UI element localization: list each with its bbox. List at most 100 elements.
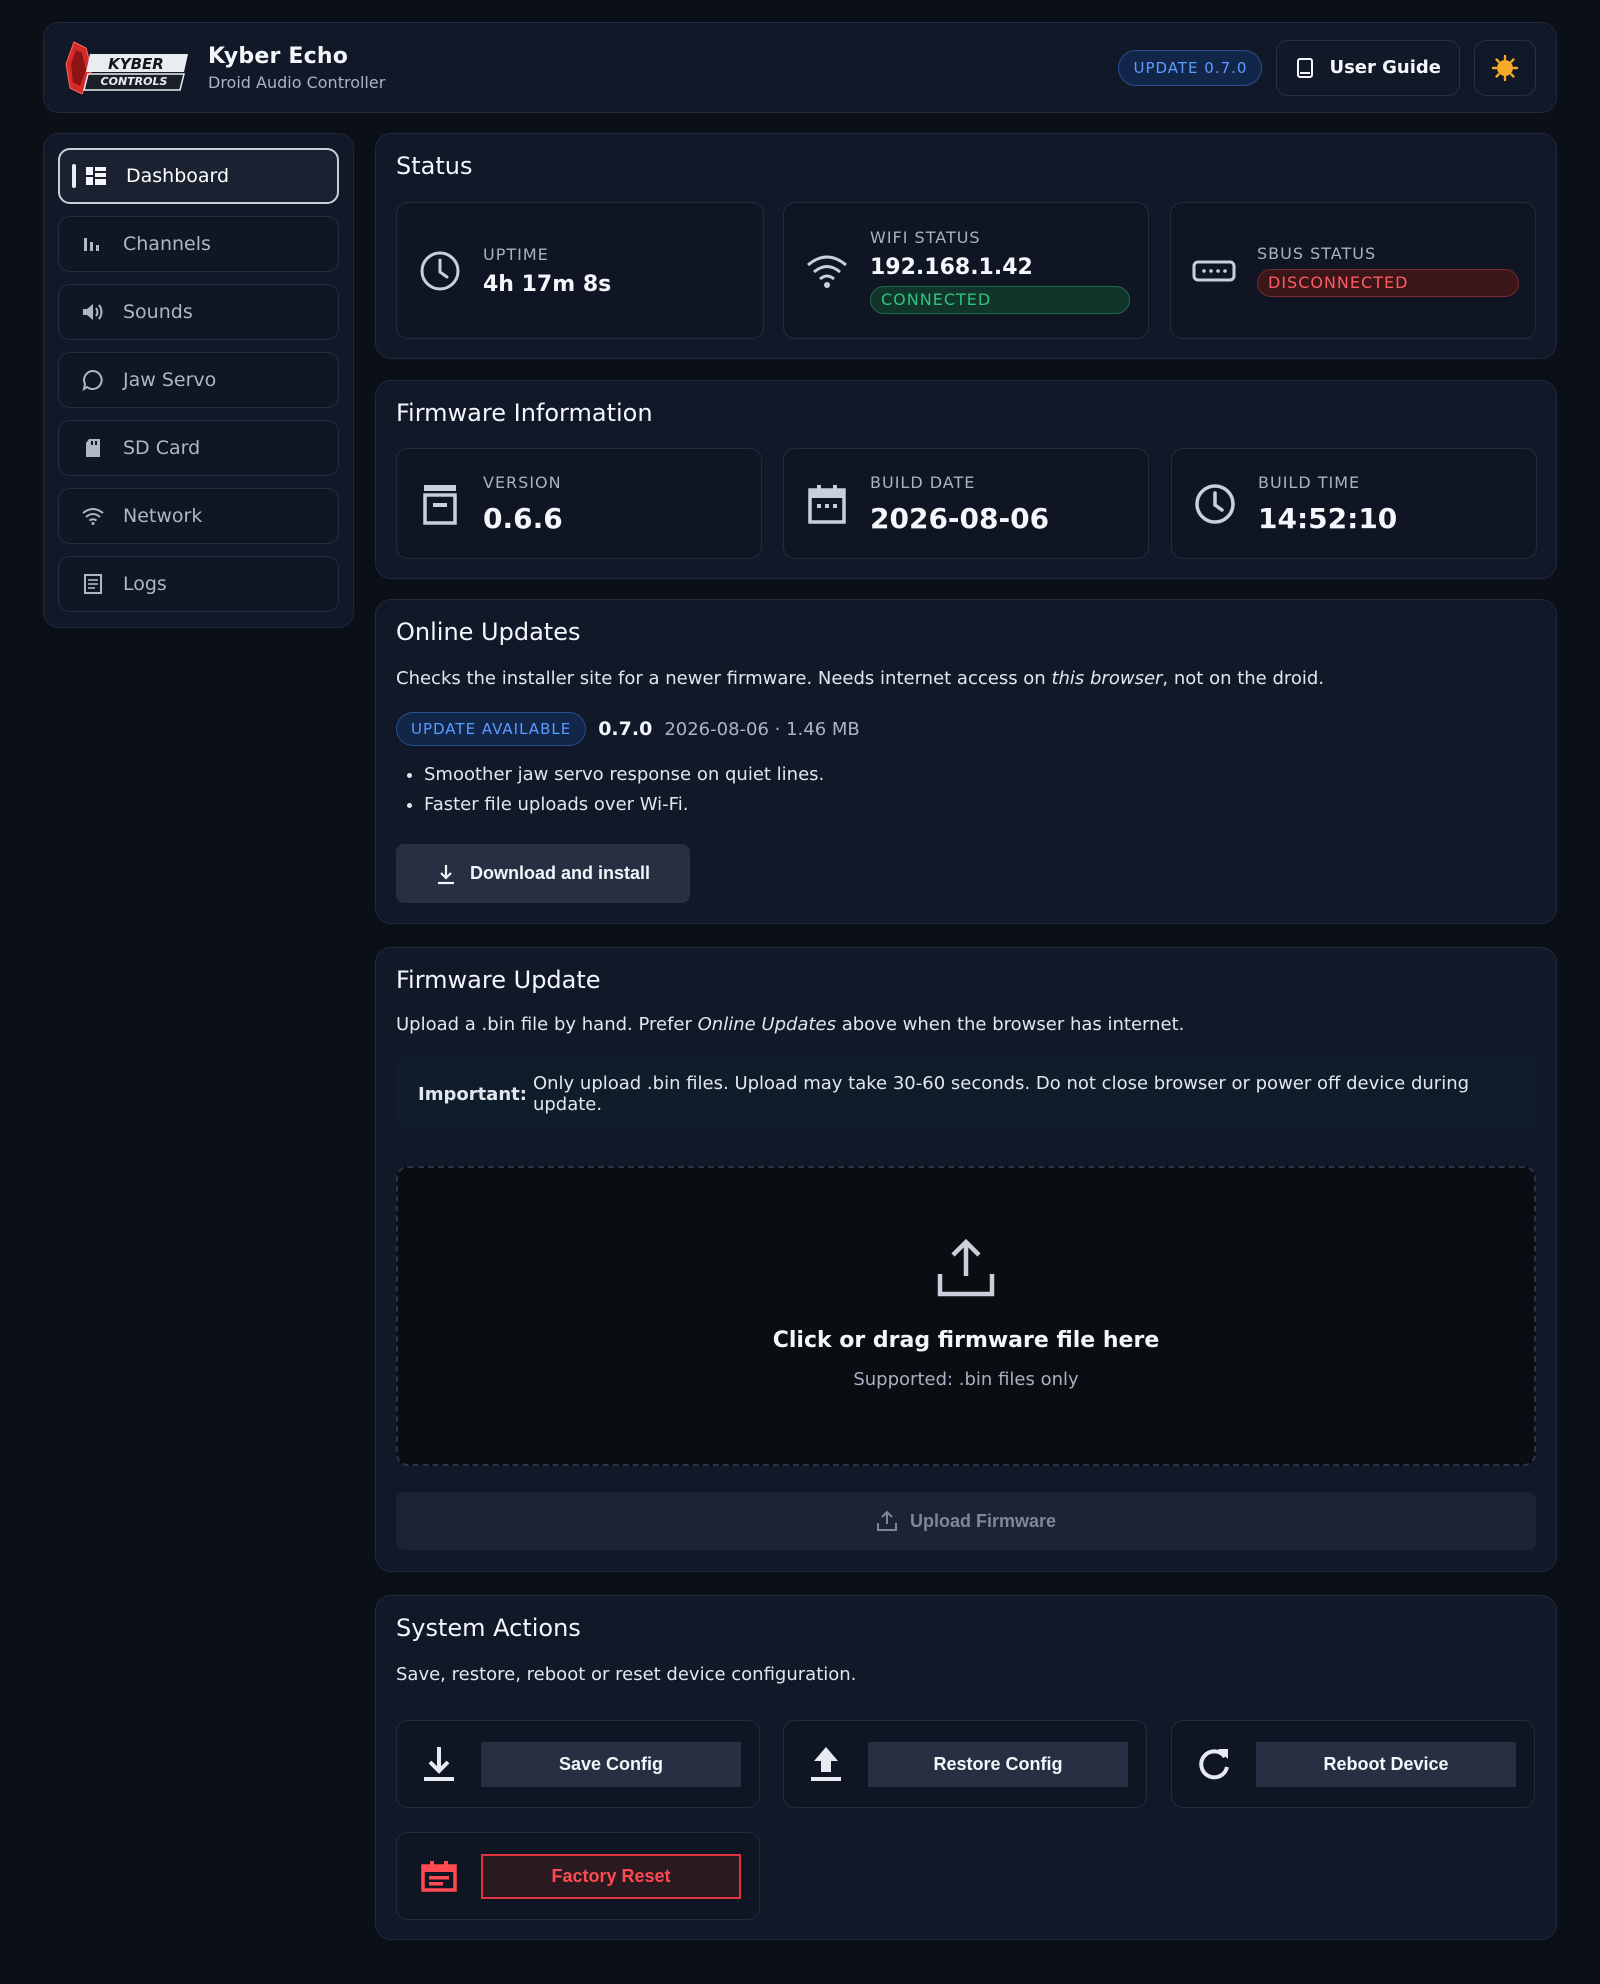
version-label: VERSION <box>483 472 562 492</box>
sidebar-item-label: Dashboard <box>126 165 230 187</box>
sidebar-item-label: SD Card <box>123 437 201 459</box>
status-card: Status UPTIME 4h 17m 8s WIFI STATUS 192.… <box>375 133 1557 359</box>
app-title: Kyber Echo <box>208 43 349 69</box>
upload-icon <box>936 1238 996 1298</box>
reset-box-icon <box>419 1856 459 1896</box>
release-note-item: Smoother jaw servo response on quiet lin… <box>424 764 824 785</box>
upload-icon <box>876 1510 910 1532</box>
important-notice: Important: Only upload .bin files. Uploa… <box>396 1058 1536 1130</box>
update-available-badge[interactable]: UPDATE 0.7.0 <box>1118 49 1263 86</box>
uptime-value: 4h 17m 8s <box>483 271 612 297</box>
firmware-update-card: Firmware Update Upload a .bin file by ha… <box>375 947 1557 1572</box>
bars-icon <box>81 232 105 256</box>
clock-icon <box>1192 481 1238 527</box>
wifi-ip-value: 192.168.1.42 <box>870 254 1033 280</box>
online-updates-title: Online Updates <box>396 618 581 646</box>
chat-bubble-icon <box>81 368 105 392</box>
build-time-label: BUILD TIME <box>1258 472 1361 492</box>
download-icon <box>436 863 470 885</box>
refresh-icon <box>1194 1744 1234 1784</box>
important-text: Only upload .bin files. Upload may take … <box>532 1073 1470 1115</box>
build-date-value: 2026-08-06 <box>870 501 1050 535</box>
build-time-tile: BUILD TIME 14:52:10 <box>1171 448 1537 559</box>
reboot-device-button[interactable]: Reboot Device <box>1256 1741 1516 1787</box>
build-date-tile: BUILD DATE 2026-08-06 <box>783 448 1149 559</box>
sidebar-item-network[interactable]: Network <box>58 488 339 544</box>
upload-firmware-button[interactable]: Upload Firmware <box>396 1492 1536 1550</box>
system-actions-description: Save, restore, reboot or reset device co… <box>396 1664 857 1685</box>
sd-card-icon <box>81 436 105 460</box>
reboot-device-tile: Reboot Device <box>1171 1720 1535 1808</box>
speaker-icon <box>81 300 105 324</box>
sidebar-item-jaw-servo[interactable]: Jaw Servo <box>58 352 339 408</box>
kyber-controls-logo: KYBER CONTROLS <box>64 40 192 96</box>
wifi-icon <box>81 504 105 528</box>
system-actions-card: System Actions Save, restore, reboot or … <box>375 1595 1557 1940</box>
uptime-label: UPTIME <box>483 244 549 264</box>
sidebar-item-sd-card[interactable]: SD Card <box>58 420 339 476</box>
dropzone-subtitle: Supported: .bin files only <box>853 1369 1079 1390</box>
firmware-info-title: Firmware Information <box>396 399 653 427</box>
download-install-button[interactable]: Download and install <box>396 844 690 903</box>
sidebar-item-label: Logs <box>123 573 167 595</box>
app-header: KYBER CONTROLS Kyber Echo Droid Audio Co… <box>43 22 1557 113</box>
sun-icon <box>1491 54 1519 82</box>
sidebar-item-channels[interactable]: Channels <box>58 216 339 272</box>
wifi-icon <box>804 248 850 294</box>
sidebar-item-sounds[interactable]: Sounds <box>58 284 339 340</box>
version-tile: VERSION 0.6.6 <box>396 448 762 559</box>
restore-config-button[interactable]: Restore Config <box>868 1741 1128 1787</box>
firmware-dropzone[interactable]: Click or drag firmware file here Support… <box>396 1166 1536 1466</box>
download-install-label: Download and install <box>469 863 650 883</box>
build-date-label: BUILD DATE <box>870 472 976 492</box>
upload-firmware-label: Upload Firmware <box>909 1510 1057 1531</box>
upload-icon <box>806 1744 846 1784</box>
update-meta: 2026-08-06 · 1.46 MB <box>664 718 860 740</box>
archive-icon <box>417 481 463 527</box>
update-available-badge: UPDATE AVAILABLE <box>396 712 587 746</box>
dropzone-title: Click or drag firmware file here <box>772 1328 1160 1353</box>
dashboard-icon <box>84 164 108 188</box>
sbus-disconnected-badge: DISCONNECTED <box>1257 269 1519 297</box>
release-notes-list: Smoother jaw servo response on quiet lin… <box>424 764 824 824</box>
factory-reset-tile: Factory Reset <box>396 1832 760 1920</box>
theme-toggle-button[interactable] <box>1474 39 1536 96</box>
book-icon <box>1295 57 1329 79</box>
sbus-status-tile: SBUS STATUS DISCONNECTED <box>1170 202 1536 339</box>
user-guide-button[interactable]: User Guide <box>1276 39 1460 96</box>
important-label: Important: <box>418 1083 527 1105</box>
svg-text:KYBER: KYBER <box>108 55 164 73</box>
save-config-button[interactable]: Save Config <box>481 1741 741 1787</box>
app-subtitle: Droid Audio Controller <box>208 72 386 92</box>
document-icon <box>81 572 105 596</box>
clock-icon <box>417 248 463 294</box>
restore-config-tile: Restore Config <box>783 1720 1147 1808</box>
active-indicator <box>72 164 76 188</box>
sidebar-item-dashboard[interactable]: Dashboard <box>58 148 339 204</box>
wifi-connected-badge: CONNECTED <box>870 285 1130 314</box>
wifi-label: WIFI STATUS <box>870 227 981 247</box>
sidebar-item-label: Sounds <box>123 301 193 323</box>
user-guide-label: User Guide <box>1329 57 1441 78</box>
download-icon <box>419 1744 459 1784</box>
save-config-tile: Save Config <box>396 1720 760 1808</box>
status-title: Status <box>396 152 473 180</box>
version-value: 0.6.6 <box>483 501 563 535</box>
system-actions-title: System Actions <box>396 1614 581 1642</box>
firmware-update-description: Upload a .bin file by hand. Prefer Onlin… <box>396 1014 1185 1035</box>
release-note-item: Faster file uploads over Wi-Fi. <box>424 794 824 815</box>
sidebar-item-logs[interactable]: Logs <box>58 556 339 612</box>
firmware-info-card: Firmware Information VERSION 0.6.6 BUILD… <box>375 380 1557 579</box>
wifi-status-tile: WIFI STATUS 192.168.1.42 CONNECTED <box>783 202 1149 339</box>
port-icon <box>1191 248 1237 294</box>
update-version: 0.7.0 <box>598 718 653 740</box>
sidebar-item-label: Network <box>123 505 203 527</box>
firmware-update-title: Firmware Update <box>396 966 601 994</box>
uptime-tile: UPTIME 4h 17m 8s <box>396 202 764 339</box>
sidebar-item-label: Jaw Servo <box>123 369 217 391</box>
sbus-label: SBUS STATUS <box>1257 244 1377 263</box>
factory-reset-button[interactable]: Factory Reset <box>481 1853 741 1899</box>
calendar-icon <box>804 481 850 527</box>
build-time-value: 14:52:10 <box>1258 501 1398 535</box>
svg-text:CONTROLS: CONTROLS <box>101 75 168 88</box>
